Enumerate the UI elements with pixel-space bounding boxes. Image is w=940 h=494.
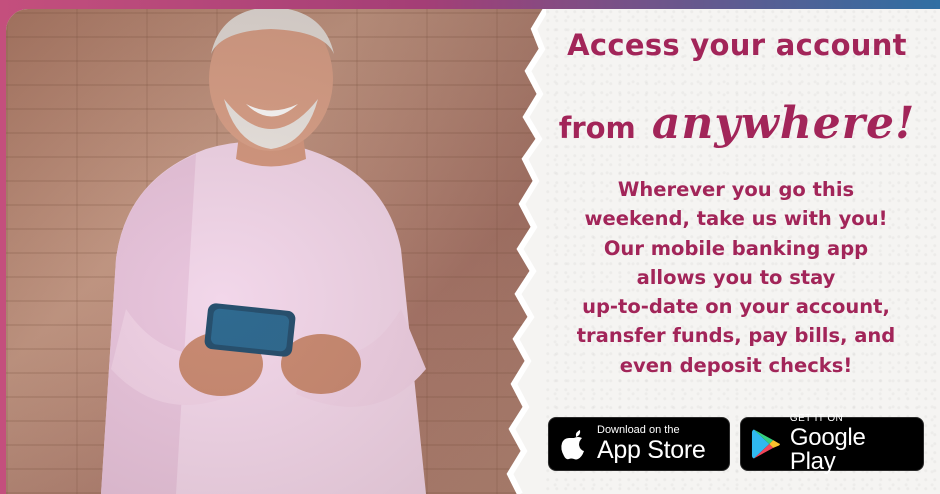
app-store-small-label: Download on the xyxy=(597,424,680,436)
body-copy: Wherever you go this weekend, take us wi… xyxy=(544,175,928,380)
hero-photo xyxy=(6,9,546,494)
body-line: transfer funds, pay bills, and xyxy=(576,324,896,348)
body-line: Wherever you go this xyxy=(617,178,855,201)
app-store-label: App Store xyxy=(597,436,706,464)
body-line: weekend, take us with you! xyxy=(584,207,888,231)
google-play-button[interactable]: GET IT ON Google Play xyxy=(740,413,924,475)
google-play-small-label: GET IT ON xyxy=(789,413,844,424)
person-with-phone-photo xyxy=(101,9,426,494)
headline-anywhere: anywhere! xyxy=(651,98,916,149)
apple-icon xyxy=(561,430,584,460)
body-line: Our mobile banking app xyxy=(603,236,869,260)
headline-line-1: Access your account xyxy=(567,28,907,62)
google-play-icon xyxy=(751,429,780,459)
app-store-button[interactable]: Download on the App Store xyxy=(548,417,730,471)
body-line: even deposit checks! xyxy=(619,353,853,377)
body-line: allows you to stay xyxy=(636,265,836,289)
headline-from: from xyxy=(558,111,636,145)
body-line: up-to-date on your account, xyxy=(582,295,890,319)
google-play-label: Google Play xyxy=(789,424,866,475)
promo-banner: Access your account from anywhere! Where… xyxy=(0,0,940,494)
headline-line-2: from anywhere! xyxy=(540,98,934,149)
